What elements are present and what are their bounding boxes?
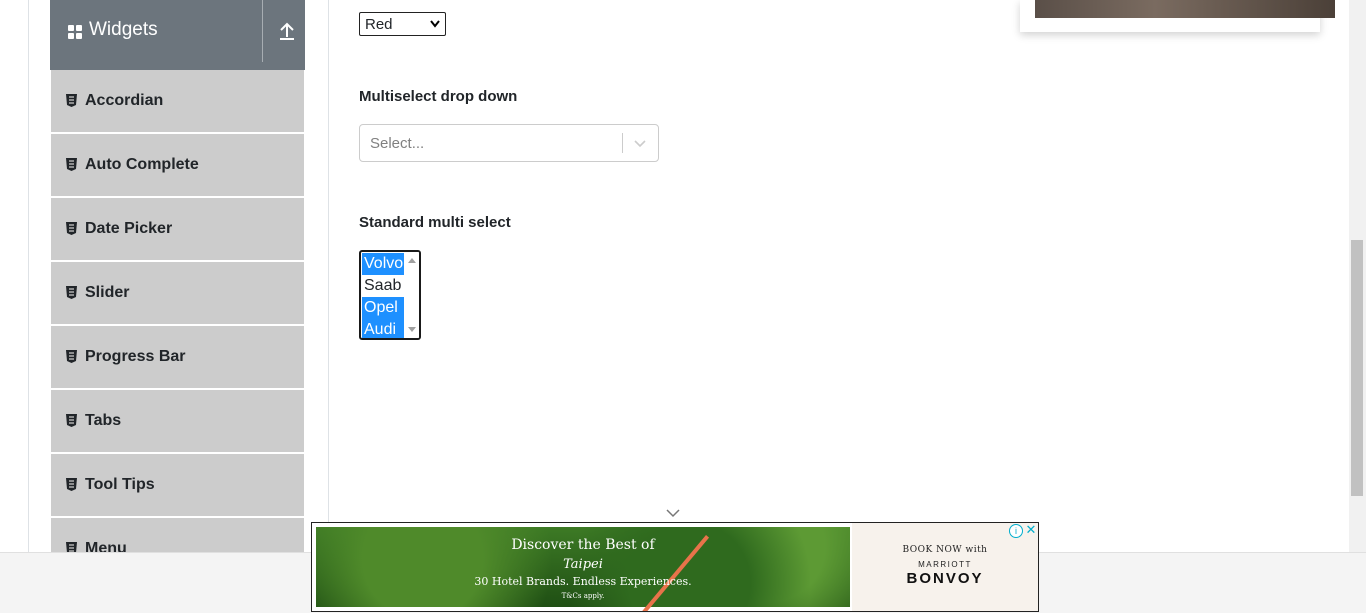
standard-multi-title: Standard multi select bbox=[359, 214, 511, 231]
sidebar-item-label: Date Picker bbox=[85, 220, 173, 237]
chevron-down-icon[interactable] bbox=[632, 135, 648, 151]
ad-banner[interactable]: Discover the Best of Taipei 30 Hotel Bra… bbox=[311, 522, 1039, 612]
shield-icon bbox=[66, 414, 77, 427]
ad-banner-photo: Discover the Best of Taipei 30 Hotel Bra… bbox=[316, 527, 850, 611]
multiselect-dropdown[interactable]: Select... bbox=[359, 124, 659, 162]
option-saab[interactable]: Saab bbox=[362, 275, 406, 297]
ad-book-now: BOOK NOW with bbox=[902, 545, 988, 555]
shield-icon bbox=[66, 478, 77, 491]
ad-brand-logo: BONVOY bbox=[906, 570, 984, 587]
widgets-group-title: Widgets bbox=[89, 19, 158, 40]
sidebar-item-date-picker[interactable]: Date Picker bbox=[51, 198, 304, 262]
indicator-separator bbox=[622, 133, 623, 153]
ad-tagline: 30 Hotel Brands. Endless Experiences. bbox=[474, 575, 692, 588]
header-divider bbox=[262, 0, 263, 62]
multiselect-title: Multiselect drop down bbox=[359, 88, 518, 105]
widgets-group-header[interactable]: Widgets bbox=[50, 0, 305, 70]
side-ad-card[interactable] bbox=[1020, 0, 1335, 32]
ad-terms: T&Cs apply. bbox=[561, 592, 605, 600]
widgets-icon bbox=[68, 25, 82, 39]
option-audi[interactable]: Audi bbox=[362, 319, 406, 338]
collapse-up-icon[interactable] bbox=[276, 20, 298, 42]
content-divider bbox=[328, 0, 329, 552]
shield-icon bbox=[66, 222, 77, 235]
sidebar-item-label: Accordian bbox=[85, 92, 164, 109]
shield-icon bbox=[66, 158, 77, 171]
select-value: Red bbox=[365, 16, 393, 33]
sidebar-item-accordian[interactable]: Accordian bbox=[51, 70, 304, 134]
ad-brand-panel[interactable]: BOOK NOW with MARRIOTT BONVOY bbox=[852, 523, 1038, 611]
old-style-select[interactable]: Red bbox=[359, 12, 446, 36]
sidebar: Widgets Accordian Auto Complete Date Pic… bbox=[50, 0, 305, 552]
multiselect-placeholder: Select... bbox=[370, 135, 425, 152]
sidebar-item-auto-complete[interactable]: Auto Complete bbox=[51, 134, 304, 198]
shield-icon bbox=[66, 542, 77, 552]
sidebar-item-slider[interactable]: Slider bbox=[51, 262, 304, 326]
sidebar-item-label: Progress Bar bbox=[85, 348, 186, 365]
shield-icon bbox=[66, 286, 77, 299]
sidebar-item-label: Auto Complete bbox=[85, 156, 199, 173]
left-divider bbox=[28, 0, 29, 552]
option-opel[interactable]: Opel bbox=[362, 297, 406, 319]
sidebar-item-label: Slider bbox=[85, 284, 130, 301]
ad-headline: Discover the Best of bbox=[511, 537, 655, 553]
sidebar-item-progress-bar[interactable]: Progress Bar bbox=[51, 326, 304, 390]
chevron-down-icon bbox=[430, 20, 440, 28]
option-volvo[interactable]: Volvo bbox=[362, 253, 406, 275]
sidebar-item-label: Tool Tips bbox=[85, 476, 155, 493]
scroll-down-arrow-icon[interactable] bbox=[408, 327, 416, 332]
sidebar-item-tabs[interactable]: Tabs bbox=[51, 390, 304, 454]
side-ad-image bbox=[1035, 0, 1335, 18]
sidebar-item-label: Tabs bbox=[85, 412, 122, 429]
scroll-up-arrow-icon[interactable] bbox=[408, 258, 416, 263]
shield-icon bbox=[66, 94, 77, 107]
page-scrollbar-thumb[interactable] bbox=[1351, 240, 1363, 496]
listbox-scrollbar[interactable] bbox=[404, 252, 419, 338]
ad-info-icon[interactable]: i bbox=[1009, 524, 1023, 538]
sidebar-item-tool-tips[interactable]: Tool Tips bbox=[51, 454, 304, 518]
chevron-down-icon[interactable] bbox=[666, 508, 680, 518]
ad-headline-city: Taipei bbox=[563, 557, 603, 572]
standard-multi-select[interactable]: Volvo Saab Opel Audi bbox=[359, 250, 421, 340]
page-scrollbar[interactable] bbox=[1349, 0, 1366, 552]
ad-close-icon[interactable]: ✕ bbox=[1025, 523, 1037, 537]
sidebar-item-menu[interactable]: Menu bbox=[51, 518, 304, 552]
sidebar-item-label: Menu bbox=[85, 540, 127, 552]
ad-brand-top: MARRIOTT bbox=[918, 560, 972, 569]
shield-icon bbox=[66, 350, 77, 363]
